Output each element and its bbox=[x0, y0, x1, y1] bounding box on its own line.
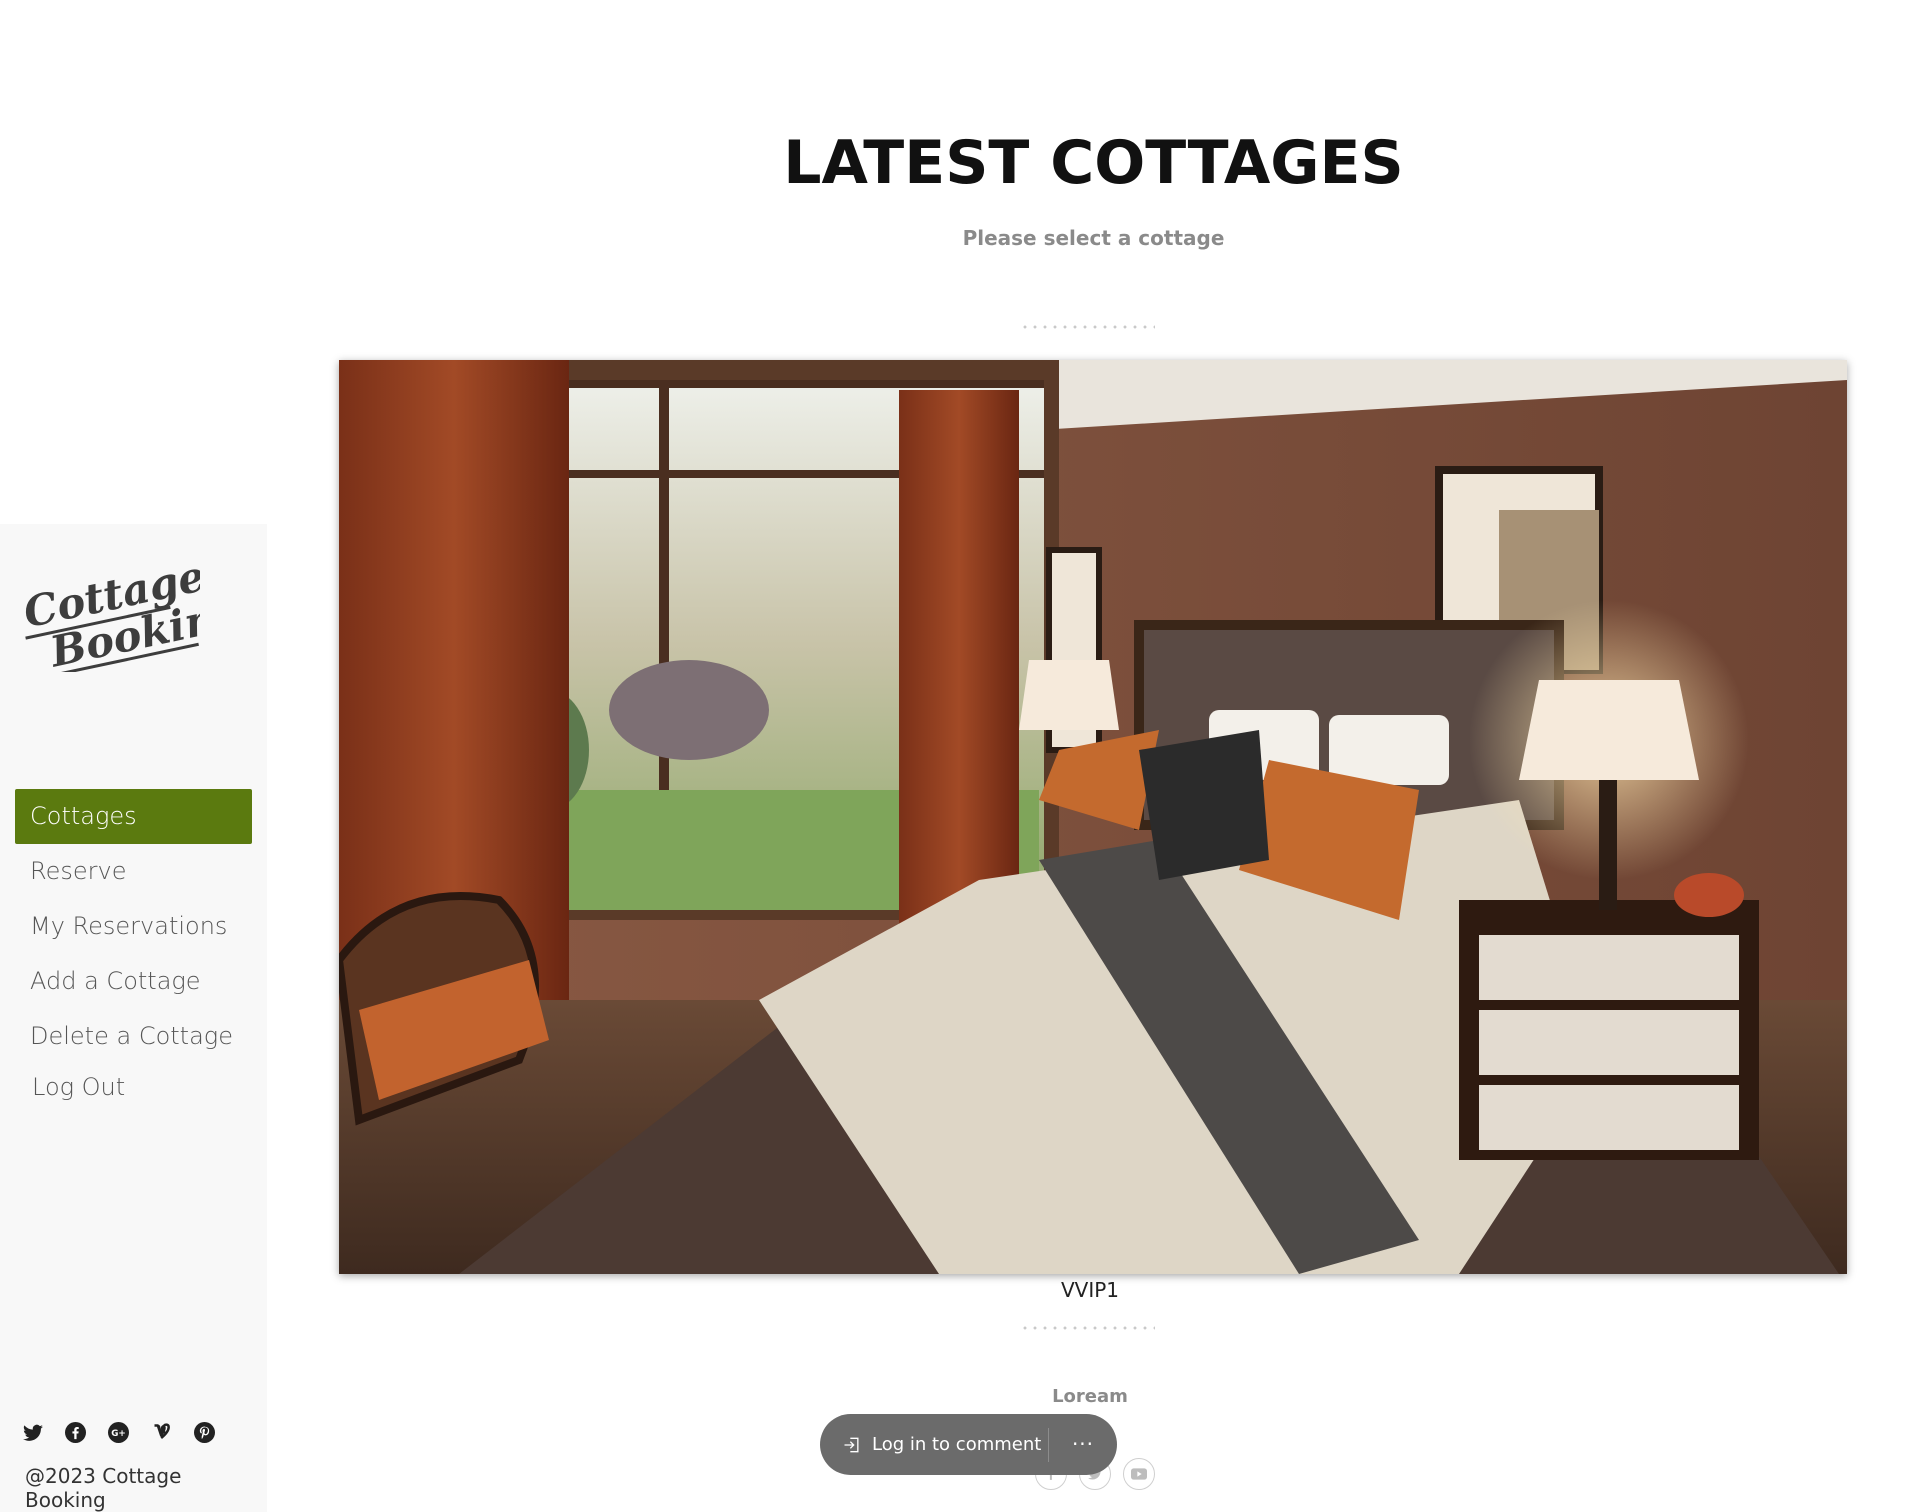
cottage-description: Loream bbox=[1052, 1386, 1128, 1407]
page-title-text: LATEST COTTAGES bbox=[783, 128, 1404, 198]
site-logo[interactable]: Cottage Booking bbox=[20, 552, 200, 672]
more-options-button[interactable]: ··· bbox=[1049, 1414, 1117, 1475]
nav-item-cottages[interactable]: Cottages bbox=[15, 789, 252, 844]
cottage-photo[interactable] bbox=[339, 360, 1847, 1274]
twitter-icon[interactable] bbox=[22, 1422, 43, 1443]
comment-bar: Log in to comment ··· bbox=[820, 1414, 1117, 1475]
svg-text:G+: G+ bbox=[111, 1429, 126, 1439]
cottage-name: VVIP1 bbox=[1060, 1278, 1120, 1302]
social-links: G+ bbox=[22, 1422, 215, 1443]
sidebar: Cottage Booking Cottages Reserve My Rese… bbox=[0, 524, 267, 1512]
main-nav: Cottages Reserve My Reservations Add a C… bbox=[15, 789, 252, 1112]
facebook-icon[interactable] bbox=[65, 1422, 86, 1443]
bedroom-image bbox=[339, 360, 1847, 1274]
nav-item-my-reservations[interactable]: My Reservations bbox=[15, 899, 252, 954]
page-subtitle: Please select a cottage bbox=[962, 226, 1225, 250]
vine-icon[interactable] bbox=[151, 1422, 172, 1443]
google-plus-icon[interactable]: G+ bbox=[108, 1422, 129, 1443]
nav-item-add-cottage[interactable]: Add a Cottage bbox=[15, 954, 252, 1009]
nav-item-delete-cottage[interactable]: Delete a Cottage bbox=[15, 1009, 252, 1064]
dotted-divider bbox=[1020, 325, 1155, 329]
log-in-to-comment-label: Log in to comment bbox=[872, 1434, 1042, 1455]
nav-item-reserve[interactable]: Reserve bbox=[15, 844, 252, 899]
dotted-divider-bottom bbox=[1020, 1326, 1155, 1330]
sign-in-icon bbox=[844, 1437, 859, 1452]
copyright-text: @2023 Cottage Booking bbox=[25, 1464, 182, 1512]
page-title: LATEST COTTAGES bbox=[267, 128, 1920, 198]
nav-item-log-out[interactable]: Log Out bbox=[15, 1062, 252, 1112]
pinterest-icon[interactable] bbox=[194, 1422, 215, 1443]
log-in-to-comment-button[interactable]: Log in to comment bbox=[820, 1414, 1048, 1475]
youtube-icon[interactable] bbox=[1123, 1458, 1155, 1490]
